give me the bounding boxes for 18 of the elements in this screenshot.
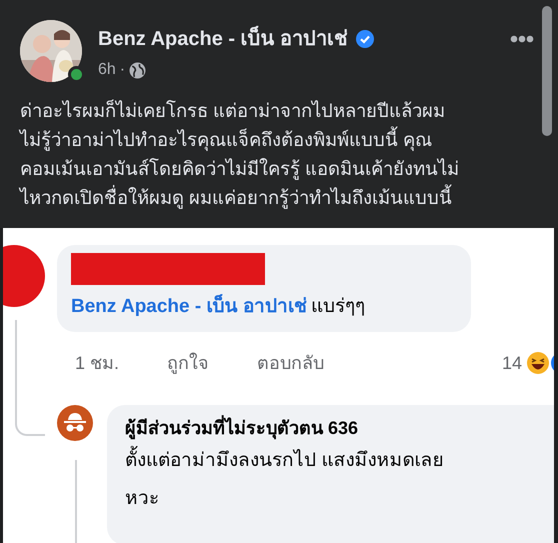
- scrollbar[interactable]: [542, 6, 552, 136]
- more-options-icon[interactable]: [510, 34, 534, 43]
- reaction-count: 14: [502, 352, 522, 374]
- mention-link[interactable]: Benz Apache - เบ็น อาปาเช่: [71, 296, 307, 317]
- globe-icon: [129, 62, 146, 78]
- reactions-summary[interactable]: 14: [502, 350, 554, 376]
- comment-time[interactable]: 1 ชม.: [75, 350, 120, 376]
- reply-link[interactable]: ตอบกลับ: [257, 350, 324, 376]
- post-time[interactable]: 6h: [98, 58, 116, 82]
- separator-dot: ·: [120, 60, 126, 80]
- comment-text: แบร่ๆๆ: [311, 296, 366, 317]
- commenter-name[interactable]: ผู้มีส่วนร่วมที่ไม่ระบุตัวตน 636: [125, 414, 554, 442]
- laughing-emoji-icon: [526, 351, 550, 375]
- post-text: ด่าอะไรผมก็ไม่เคยโกรธ แต่อาม่าจากไปหลายปีแล้วผม ไม่รู้ว่าอาม่าไปทำอะไรคุณแจ็คถึงต้องพิมพ์แบบนี้ คุณ คอมเม้นเอามันส์โดยคิดว่าไม่มีใครรู้ แอดมินเค้ายังทนไม่ ไหวกดเปิดชื่อให้ผมดู ผมแค่อยากรู้ว่าทำไมถึงเม้นแบบนี้: [20, 98, 460, 211]
- author-name[interactable]: Benz Apache - เบ็น อาปาเช่: [98, 24, 348, 54]
- comment-text: ตั้งแต่อาม่ามึงลงนรกไป แสงมึงหมดเลย หวะ: [125, 442, 554, 518]
- like-link[interactable]: ถูกใจ: [167, 350, 210, 376]
- anonymous-avatar-icon: [57, 404, 93, 440]
